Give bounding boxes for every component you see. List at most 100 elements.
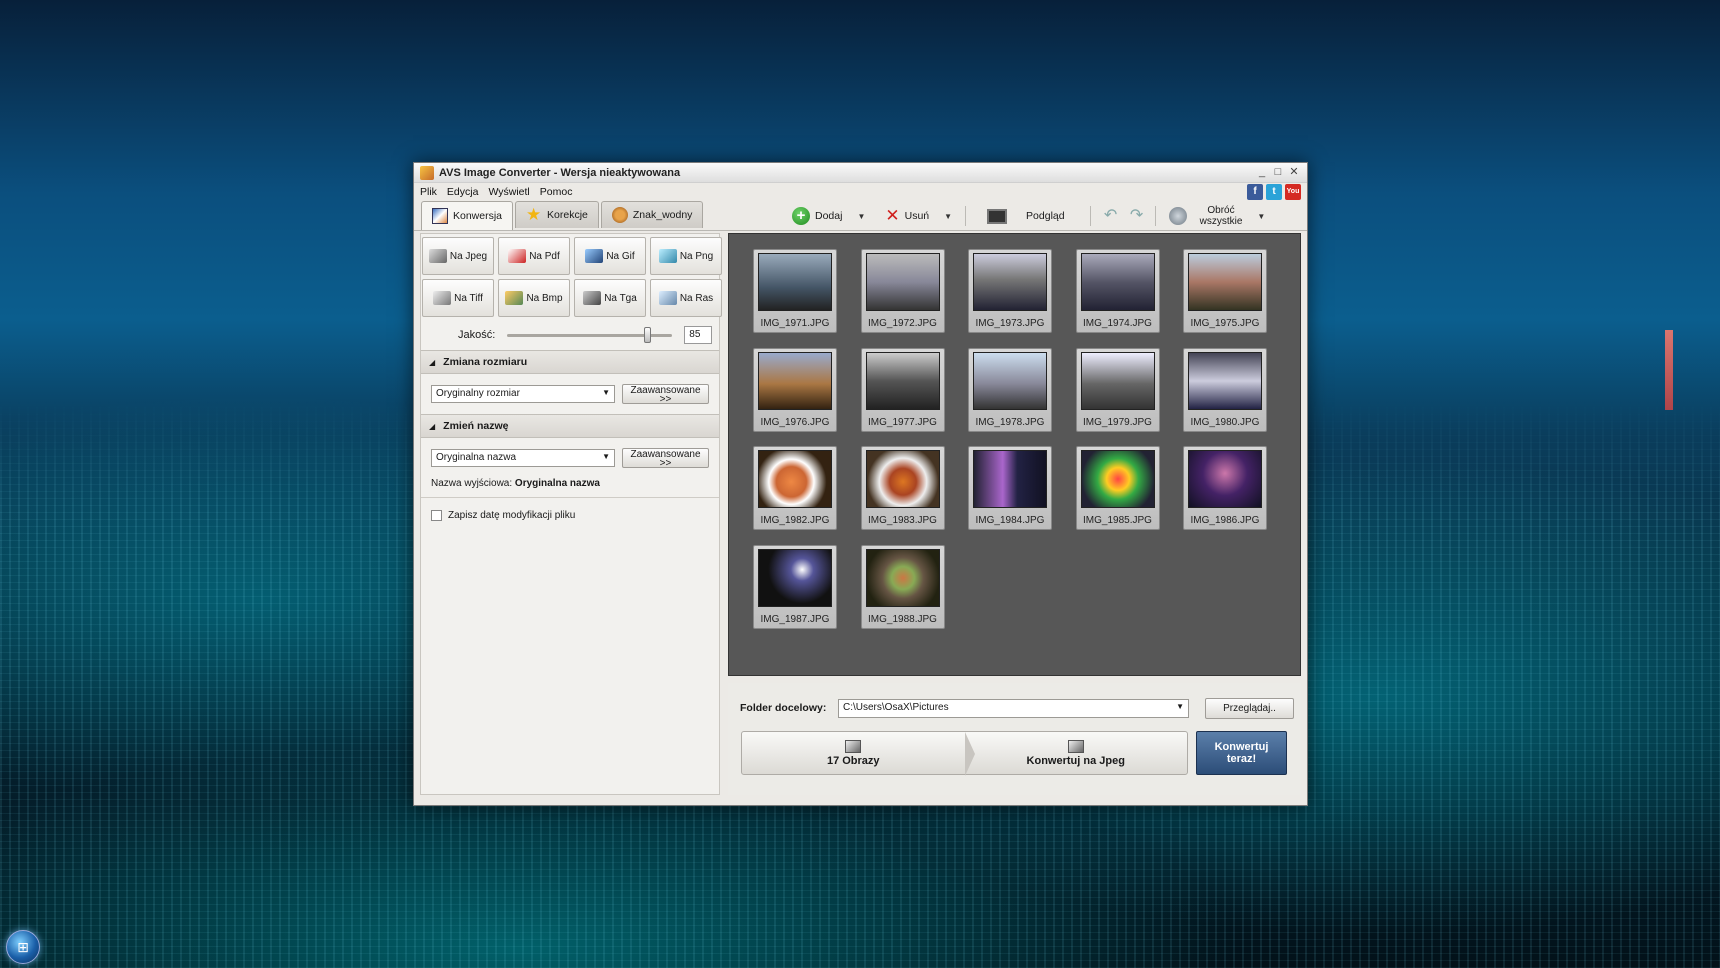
start-button[interactable]: ⊞ bbox=[6, 930, 40, 964]
rename-section-header[interactable]: ◢ Zmień nazwę bbox=[421, 414, 719, 438]
image-thumbnail[interactable]: IMG_1986.JPG bbox=[1183, 446, 1267, 530]
image-thumbnail[interactable]: IMG_1983.JPG bbox=[860, 446, 945, 530]
thumbnail-filename: IMG_1987.JPG bbox=[760, 613, 830, 625]
browse-button[interactable]: Przeglądaj.. bbox=[1205, 697, 1294, 719]
remove-label: Usuń bbox=[904, 210, 930, 222]
thumbnail-filename: IMG_1983.JPG bbox=[868, 515, 937, 526]
remove-button[interactable]: ✕ Usuń ▼ bbox=[875, 203, 962, 229]
pdf-icon bbox=[508, 249, 527, 263]
facebook-icon[interactable]: f bbox=[1247, 184, 1263, 200]
menu-wyswietl[interactable]: Wyświetl bbox=[488, 186, 529, 198]
resize-section-header[interactable]: ◢ Zmiana rozmiaru bbox=[421, 350, 719, 374]
twitter-icon[interactable]: t bbox=[1266, 184, 1282, 200]
thumbnail-image bbox=[865, 253, 940, 311]
preview-button[interactable]: Podgląd bbox=[969, 203, 1087, 229]
thumbnail-filename: IMG_1975.JPG bbox=[1190, 318, 1260, 329]
rename-select[interactable]: Oryginalna nazwa ▼ bbox=[431, 449, 615, 467]
menu-edycja[interactable]: Edycja bbox=[447, 186, 479, 198]
format-label: Na Ras bbox=[679, 292, 714, 304]
format-tga-button[interactable]: Na Tga bbox=[574, 279, 646, 317]
chevron-down-icon[interactable]: ▼ bbox=[1257, 212, 1265, 221]
collapse-triangle-icon: ◢ bbox=[429, 421, 436, 431]
format-bmp-button[interactable]: Na Bmp bbox=[498, 279, 570, 317]
image-thumbnail[interactable]: IMG_1985.JPG bbox=[1075, 446, 1160, 530]
destination-path-select[interactable]: C:\Users\OsaX\Pictures ▼ bbox=[838, 698, 1189, 718]
rotate-right-icon: ↷ bbox=[1129, 207, 1144, 224]
menu-plik[interactable]: Plik bbox=[420, 186, 437, 198]
image-thumbnail[interactable]: IMG_1987.JPG bbox=[753, 544, 837, 629]
image-thumbnail[interactable]: IMG_1980.JPG bbox=[1183, 347, 1267, 432]
thumbnail-image bbox=[758, 253, 832, 311]
format-pdf-button[interactable]: Na Pdf bbox=[498, 237, 570, 275]
image-thumbnail[interactable]: IMG_1976.JPG bbox=[753, 347, 837, 432]
image-thumbnail[interactable]: IMG_1975.JPG bbox=[1183, 249, 1267, 333]
menu-bar: Plik Edycja Wyświetl Pomoc f t You bbox=[414, 183, 1307, 201]
menu-pomoc[interactable]: Pomoc bbox=[540, 186, 573, 198]
thumbnail-filename: IMG_1972.JPG bbox=[868, 318, 937, 329]
rotate-all-button[interactable]: Obróć wszystkie ▼ bbox=[1159, 203, 1276, 229]
rotate-right-button[interactable]: ↷ bbox=[1124, 203, 1152, 229]
format-label: Na Tiff bbox=[454, 292, 483, 304]
youtube-icon[interactable]: You bbox=[1285, 184, 1301, 200]
ras-icon bbox=[658, 291, 677, 305]
quality-slider[interactable] bbox=[507, 326, 673, 343]
image-thumbnail-area: IMG_1971.JPG IMG_1972.JPG IMG_1973.JPG IMG_… bbox=[728, 233, 1301, 676]
resize-select[interactable]: Oryginalny rozmiar ▼ bbox=[431, 385, 615, 403]
resize-select-value: Oryginalny rozmiar bbox=[436, 388, 520, 399]
image-thumbnail[interactable]: IMG_1978.JPG bbox=[968, 347, 1052, 432]
destination-label: Folder docelowy: bbox=[740, 702, 827, 714]
images-count-label: 17 Obrazy bbox=[826, 754, 880, 767]
thumbnail-image bbox=[865, 351, 940, 410]
tga-icon bbox=[583, 291, 602, 305]
chevron-down-icon: ▼ bbox=[1176, 701, 1184, 711]
conversion-steps: 17 Obrazy Konwertuj na Jpeg Konwertuj te… bbox=[741, 731, 1301, 776]
rotate-all-label: Obróć wszystkie bbox=[1200, 205, 1243, 227]
rotate-left-button[interactable]: ↶ bbox=[1094, 203, 1124, 229]
minimize-button[interactable]: _ bbox=[1255, 166, 1269, 180]
format-tiff-button[interactable]: Na Tiff bbox=[422, 279, 494, 317]
format-ras-button[interactable]: Na Ras bbox=[650, 279, 722, 317]
image-thumbnail[interactable]: IMG_1974.JPG bbox=[1075, 249, 1160, 333]
rename-advanced-arrows: >> bbox=[659, 458, 672, 469]
rotate-all-label-line2: wszystkie bbox=[1199, 216, 1243, 227]
thumbnail-filename: IMG_1985.JPG bbox=[1083, 515, 1152, 526]
close-button[interactable]: ✕ bbox=[1287, 166, 1301, 180]
image-thumbnail[interactable]: IMG_1977.JPG bbox=[860, 347, 945, 432]
image-thumbnail[interactable]: IMG_1982.JPG bbox=[753, 446, 837, 530]
image-thumbnail[interactable]: IMG_1973.JPG bbox=[968, 249, 1052, 333]
quality-input[interactable]: 85 bbox=[684, 326, 713, 344]
add-button[interactable]: + Dodaj ▼ bbox=[782, 203, 875, 229]
image-thumbnail[interactable]: IMG_1972.JPG bbox=[860, 249, 945, 333]
add-label: Dodaj bbox=[815, 210, 843, 222]
chevron-down-icon[interactable]: ▼ bbox=[944, 212, 952, 221]
format-label: Na Pdf bbox=[529, 250, 560, 262]
format-png-button[interactable]: Na Png bbox=[650, 237, 722, 275]
bmp-icon bbox=[505, 291, 524, 305]
preview-label: Podgląd bbox=[1026, 210, 1065, 222]
image-thumbnail[interactable]: IMG_1988.JPG bbox=[860, 544, 945, 629]
maximize-button[interactable]: □ bbox=[1271, 166, 1285, 180]
convert-now-button[interactable]: Konwertuj teraz! bbox=[1196, 731, 1287, 775]
quality-slider-thumb[interactable] bbox=[643, 326, 651, 343]
format-jpeg-button[interactable]: Na Jpeg bbox=[422, 237, 494, 275]
step-target-format[interactable]: Konwertuj na Jpeg bbox=[965, 732, 1188, 774]
format-grid: Na Jpeg Na Pdf Na Gif Na Png Na Tiff Na … bbox=[421, 234, 722, 320]
image-thumbnail[interactable]: IMG_1979.JPG bbox=[1075, 347, 1160, 432]
image-thumbnail[interactable]: IMG_1971.JPG bbox=[753, 249, 837, 333]
output-name-row: Nazwa wyjściowa: Oryginalna nazwa bbox=[421, 478, 719, 497]
chevron-down-icon[interactable]: ▼ bbox=[857, 212, 865, 221]
thumbnail-filename: IMG_1982.JPG bbox=[760, 515, 830, 526]
keep-date-checkbox[interactable] bbox=[431, 510, 442, 521]
step-images[interactable]: 17 Obrazy bbox=[742, 732, 965, 774]
format-gif-button[interactable]: Na Gif bbox=[574, 237, 646, 275]
image-thumbnail[interactable]: IMG_1984.JPG bbox=[968, 446, 1052, 530]
resize-advanced-button[interactable]: Zaawansowane >> bbox=[621, 384, 709, 405]
tab-korekcje[interactable]: ★ Korekcje bbox=[515, 201, 599, 228]
toolbar: Konwersja ★ Korekcje Znak_wodny + Dodaj … bbox=[414, 201, 1307, 231]
tab-label: Znak_wodny bbox=[632, 209, 693, 221]
tab-znak-wodny[interactable]: Znak_wodny bbox=[600, 201, 704, 228]
plus-icon: + bbox=[792, 207, 810, 225]
destination-path-value: C:\Users\OsaX\Pictures bbox=[843, 701, 949, 713]
rename-advanced-button[interactable]: Zaawansowane >> bbox=[621, 448, 709, 469]
tab-konwersja[interactable]: Konwersja bbox=[421, 201, 514, 230]
